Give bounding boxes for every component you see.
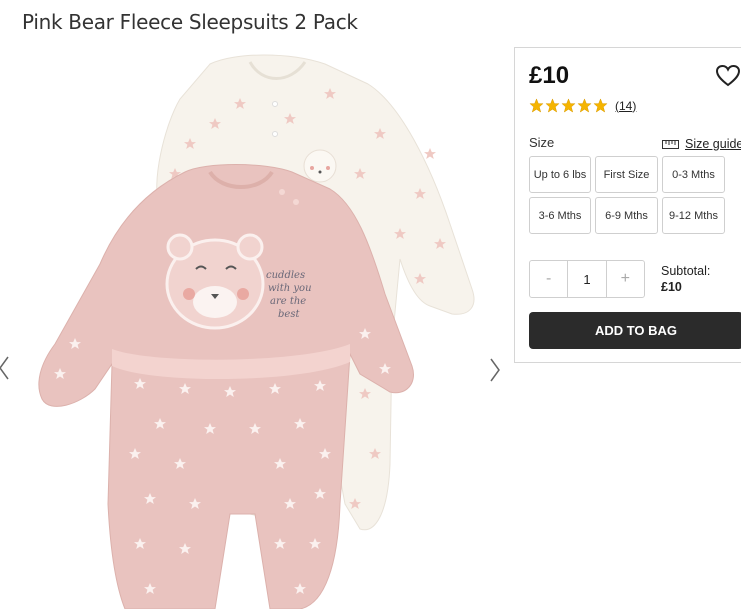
product-image: cuddles with you are the best [38,54,475,609]
increase-quantity-button[interactable]: + [607,261,644,297]
star-icon [529,98,544,113]
star-icon [561,98,576,113]
embroidery-line-2: with you [268,283,312,294]
size-guide-link[interactable]: Size guide [662,137,741,151]
chevron-right-icon [490,358,500,382]
product-rating: (14) [529,98,636,113]
purchase-panel: £10 (14) Size Size guide Up to 6 lbs Fir… [514,47,741,363]
embroidery-line-4: best [278,309,300,320]
review-count: 14 [619,98,633,113]
size-option[interactable]: 3-6 Mths [529,197,591,234]
star-icon [593,98,608,113]
product-price: £10 [529,62,570,89]
star-icon [545,98,560,113]
add-to-bag-button[interactable]: ADD TO BAG [529,312,741,349]
quantity-stepper: - 1 + [529,260,645,298]
chevron-left-icon [0,356,9,380]
quantity-input[interactable]: 1 [567,261,607,297]
star-icon [577,98,592,113]
embroidery-line-1: cuddles [266,270,305,281]
review-count-link[interactable]: (14) [615,99,636,113]
product-image-gallery[interactable]: cuddles with you are the best [0,44,510,609]
size-option[interactable]: First Size [595,156,658,193]
next-image-button[interactable] [487,356,503,384]
size-option[interactable]: 9-12 Mths [662,197,725,234]
size-option[interactable]: 0-3 Mths [662,156,725,193]
ruler-icon [662,139,679,149]
product-title: Pink Bear Fleece Sleepsuits 2 Pack [22,10,358,34]
subtotal-label: Subtotal: [661,264,711,278]
previous-image-button[interactable] [0,354,12,382]
embroidery-line-3: are the [270,296,306,307]
decrease-quantity-button[interactable]: - [530,261,567,297]
wishlist-heart-icon[interactable] [715,64,741,88]
size-option[interactable]: Up to 6 lbs [529,156,591,193]
size-guide-label: Size guide [685,137,741,151]
size-label: Size [529,135,555,150]
subtotal: Subtotal: £10 [661,263,710,295]
size-option[interactable]: 6-9 Mths [595,197,658,234]
subtotal-amount: £10 [661,280,682,294]
